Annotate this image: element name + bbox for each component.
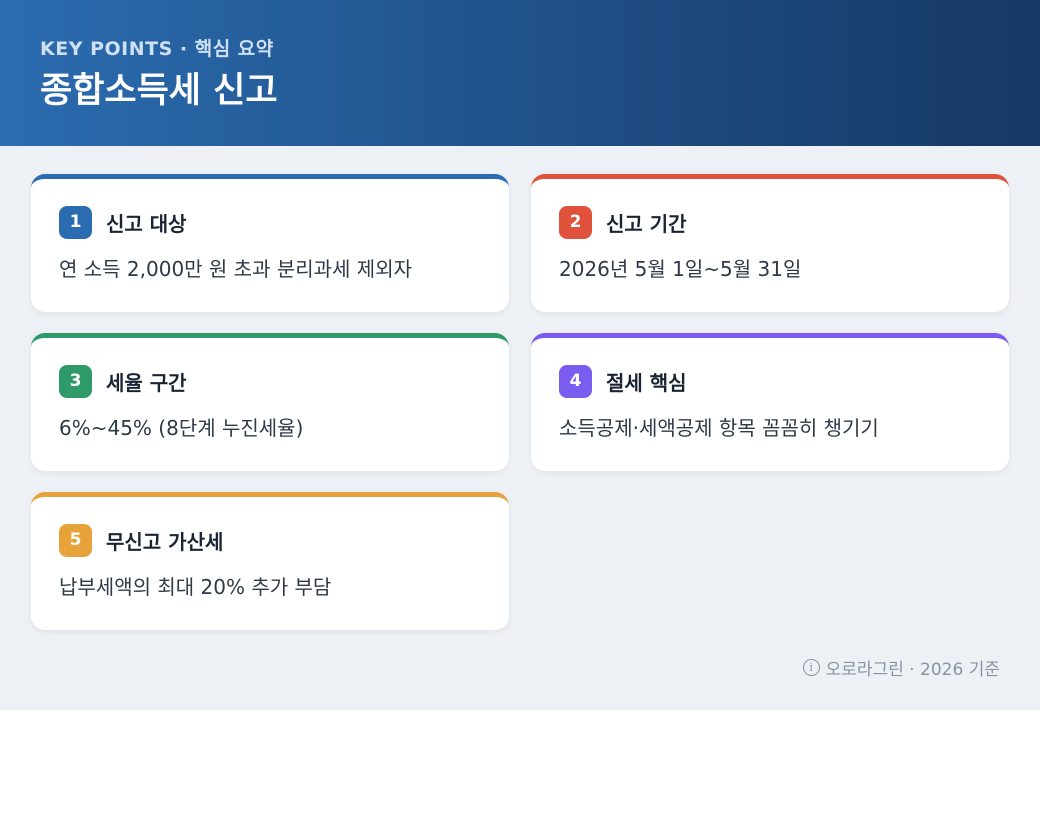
number-badge: 4 (559, 364, 592, 398)
card-title: 신고 대상 (106, 211, 187, 236)
eyebrow-label: KEY POINTS · 핵심 요약 (40, 38, 274, 60)
card-description: 2026년 5월 1일~5월 31일 (559, 257, 802, 281)
number-badge: 2 (559, 205, 592, 239)
key-point-card-3: 3 세율 구간 6%~45% (8단계 누진세율) (31, 333, 509, 471)
card-title: 무신고 가산세 (106, 529, 224, 554)
infographic-frame: KEY POINTS · 핵심 요약 종합소득세 신고 1 신고 대상 연 소득… (0, 0, 1040, 710)
header-banner: KEY POINTS · 핵심 요약 종합소득세 신고 (0, 0, 1040, 146)
key-points-grid: 1 신고 대상 연 소득 2,000만 원 초과 분리과세 제외자 2 신고 기… (31, 174, 1009, 630)
card-description: 납부세액의 최대 20% 추가 부담 (59, 575, 332, 599)
card-header: 4 절세 핵심 (559, 364, 981, 398)
footer-note: i 오로라그린 · 2026 기준 (802, 655, 1000, 680)
card-header: 3 세율 구간 (59, 364, 481, 398)
info-icon: i (802, 659, 820, 676)
key-point-card-2: 2 신고 기간 2026년 5월 1일~5월 31일 (531, 174, 1009, 312)
page-title: 종합소득세 신고 (40, 71, 278, 111)
number-badge: 1 (59, 205, 92, 239)
key-point-card-1: 1 신고 대상 연 소득 2,000만 원 초과 분리과세 제외자 (31, 174, 509, 312)
card-header: 1 신고 대상 (59, 205, 481, 239)
card-description: 소득공제·세액공제 항목 꼼꼼히 챙기기 (559, 416, 879, 440)
number-badge: 5 (59, 523, 92, 557)
card-title: 신고 기간 (606, 211, 687, 236)
card-title: 세율 구간 (106, 370, 187, 395)
key-point-card-5: 5 무신고 가산세 납부세액의 최대 20% 추가 부담 (31, 492, 509, 630)
key-point-card-4: 4 절세 핵심 소득공제·세액공제 항목 꼼꼼히 챙기기 (531, 333, 1009, 471)
card-description: 6%~45% (8단계 누진세율) (59, 416, 304, 440)
card-title: 절세 핵심 (606, 370, 687, 395)
card-header: 2 신고 기간 (559, 205, 981, 239)
footer-text: 오로라그린 · 2026 기준 (825, 660, 1000, 680)
card-header: 5 무신고 가산세 (59, 523, 481, 557)
card-description: 연 소득 2,000만 원 초과 분리과세 제외자 (59, 257, 413, 281)
number-badge: 3 (59, 364, 92, 398)
